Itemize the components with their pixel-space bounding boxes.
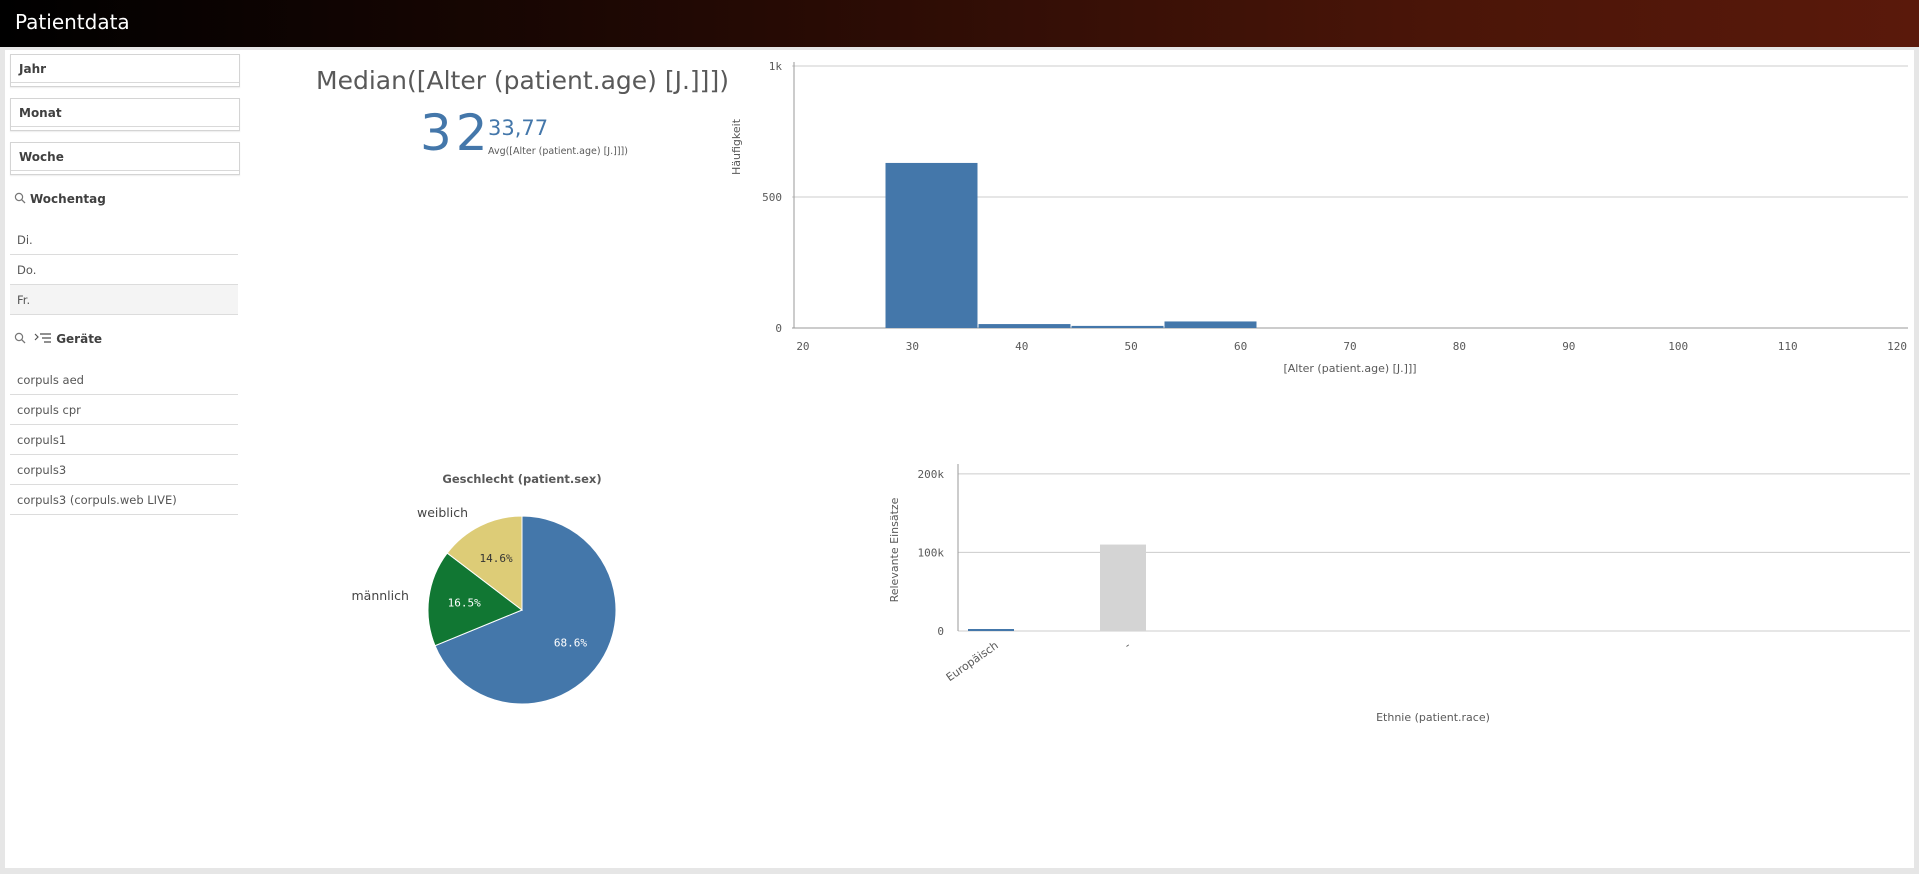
- search-icon[interactable]: [14, 192, 26, 207]
- bar: [1100, 544, 1146, 631]
- y-tick-label: 0: [937, 625, 944, 638]
- filter-jahr[interactable]: Jahr: [10, 54, 240, 87]
- y-axis-title: Häufigkeit: [730, 118, 743, 175]
- kpi-secondary-value: 33,77: [488, 116, 549, 140]
- y-tick-label: 1k: [769, 60, 783, 73]
- histogram-bar: [1164, 321, 1257, 328]
- listbox-title: Geräte: [56, 332, 103, 346]
- filter-label: Jahr: [19, 62, 47, 76]
- pie-value-label: 68.6%: [554, 636, 587, 649]
- x-tick-label: 40: [1015, 340, 1028, 353]
- filter-monat[interactable]: Monat: [10, 98, 240, 131]
- list-item[interactable]: corpuls cpr: [10, 395, 238, 425]
- x-tick-label: 120: [1887, 340, 1907, 353]
- list-item[interactable]: Do.: [10, 255, 238, 285]
- y-axis-title: Relevante Einsätze: [888, 497, 901, 602]
- pie-category-label: männlich: [352, 588, 409, 603]
- x-tick-label: 50: [1125, 340, 1138, 353]
- y-tick-label: 200k: [918, 468, 945, 481]
- list-item[interactable]: corpuls1: [10, 425, 238, 455]
- list-item[interactable]: Fr.: [10, 285, 238, 315]
- x-axis-title: Ethnie (patient.race): [1376, 711, 1490, 724]
- x-tick-label: 30: [906, 340, 919, 353]
- x-tick-label: 110: [1778, 340, 1798, 353]
- x-tick-label: 20: [796, 340, 809, 353]
- pie-value-label: 16.5%: [448, 596, 481, 609]
- filter-label: Woche: [19, 150, 64, 164]
- kpi-secondary-label: Avg([Alter (patient.age) [J.]]]): [488, 146, 628, 157]
- kpi-title: Median([Alter (patient.age) [J.]]]): [316, 66, 729, 95]
- x-tick-label: 90: [1562, 340, 1575, 353]
- app-title: Patientdata: [15, 10, 130, 34]
- x-tick-label: -: [1122, 639, 1133, 652]
- bar: [968, 629, 1014, 631]
- list-item[interactable]: corpuls3 (corpuls.web LIVE): [10, 485, 238, 515]
- histogram-bar: [1071, 325, 1164, 328]
- y-tick-label: 100k: [918, 546, 945, 559]
- wochentag-listbox-header: Wochentag: [14, 192, 106, 212]
- y-tick-label: 500: [762, 191, 782, 204]
- x-tick-label: 100: [1668, 340, 1688, 353]
- sex-pie-chart[interactable]: Geschlecht (patient.sex) 68.6% 16.5% männli…: [330, 465, 660, 720]
- filter-label: Monat: [19, 106, 62, 120]
- pie-title: Geschlecht (patient.sex): [442, 472, 601, 486]
- y-tick-label: 0: [775, 322, 782, 335]
- x-tick-label: 80: [1453, 340, 1466, 353]
- list-item[interactable]: corpuls3: [10, 455, 238, 485]
- histogram-bar: [978, 324, 1071, 328]
- list-item[interactable]: corpuls aed: [10, 365, 238, 395]
- app-header: Patientdata: [0, 0, 1919, 47]
- kpi-main-value: 32: [420, 104, 492, 162]
- x-tick-label: 70: [1343, 340, 1356, 353]
- list-item[interactable]: Di.: [10, 225, 238, 255]
- x-axis-title: [Alter (patient.age) [J.]]]: [1283, 362, 1416, 375]
- x-tick-label: Europäisch: [944, 639, 1001, 684]
- histogram-bar: [885, 162, 978, 328]
- age-histogram[interactable]: 0 500 1k 20 30 40 50 60 70 80 90 100 110 120 [Alter (p…: [720, 52, 1915, 392]
- pie-value-label: 14.6%: [480, 552, 513, 565]
- pie-category-label: weiblich: [417, 505, 468, 520]
- geraete-listbox-header: Geräte: [14, 332, 102, 352]
- ethnicity-bar-chart[interactable]: 0 100k 200k Europäisch - Ethnie (patient.race…: [880, 460, 1915, 730]
- filter-woche[interactable]: Woche: [10, 142, 240, 175]
- listbox-title: Wochentag: [30, 192, 106, 206]
- x-tick-label: 60: [1234, 340, 1247, 353]
- drilldown-icon: [34, 332, 52, 347]
- search-icon[interactable]: [14, 332, 26, 347]
